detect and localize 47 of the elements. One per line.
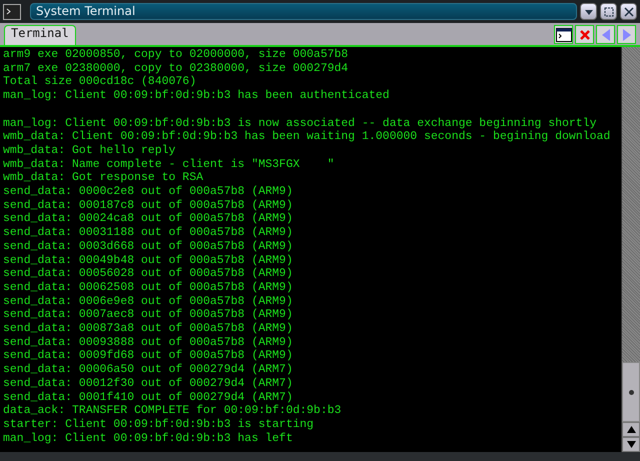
triangle-right-icon [622,28,632,42]
terminal-line: send_data: 00056028 out of 000a57b8 (ARM9) [3,267,294,281]
minimize-button[interactable] [580,3,597,20]
terminal-line: wmb_data: Got response to RSA [3,171,204,186]
terminal-line: send_data: 0001f410 out of 000279d4 (ARM7) [3,390,294,404]
terminal-line: send_data: 0000c2e8 out of 000a57b8 (ARM9) [3,185,294,199]
terminal-line: send_data: 00093888 out of 000a57b8 (ARM9) [3,336,294,350]
terminal-line: send_data: 0009fd68 out of 000a57b8 (ARM9) [3,349,294,364]
terminal-line: send_data: 00049b48 out of 000a57b8 (ARM9) [3,254,294,268]
terminal-line: send_data: 0007aec8 out of 000a57b8 (ARM9) [3,308,294,322]
terminal-line: man_log: Client 00:09:bf:0d:9b:b3 has been authenticated [3,89,390,103]
triangle-up-icon [626,426,636,433]
terminal-line: arm9 exe 02000850, copy to 02000000, size 000a57b8 [3,48,350,62]
terminal-tab[interactable]: Terminal [4,25,76,45]
scroll-down-button[interactable] [622,437,640,452]
maximize-icon [604,6,614,16]
terminal-line: man_log: Client 00:09:bf:0d:9b:b3 is now associated -- data exchange beginning shortly [3,116,598,130]
terminal-line: wmb_data: Name complete - client is "MS3FGX " [3,158,336,172]
terminal-line: send_data: 00062508 out of 000a57b8 (ARM9) [3,280,294,295]
close-button[interactable] [620,3,637,20]
terminal-line: send_data: 00006a50 out of 000279d4 (ARM7) [3,363,294,377]
terminal-line: send_data: 000187c8 out of 000a57b8 (ARM9) [3,198,294,212]
terminal-line: data_ack: TRANSFER COMPLETE for 00:09:bf:0d:9b:b3 [3,404,342,418]
terminal-line: send_data: 0006e9e8 out of 000a57b8 (ARM9) [3,294,294,308]
close-icon [624,6,634,16]
caret-down-icon [584,8,594,16]
new-terminal-button[interactable] [554,25,573,44]
terminal-line: send_data: 00012f30 out of 000279d4 (ARM7) [3,376,294,391]
scroll-up-button[interactable] [622,422,640,437]
triangle-down-icon [626,441,636,448]
terminal-line: man_log: Client 00:09:bf:0d:9b:b3 has left [3,432,294,446]
terminal-line: wmb_data: Client 00:09:bf:0d:9b:b3 has been waiting 1.000000 seconds - begining download [3,130,612,144]
terminal-line: send_data: 00031188 out of 000a57b8 (ARM9) [3,226,294,240]
terminal-line: send_data: 0003d668 out of 000a57b8 (ARM9) [3,240,294,254]
maximize-button[interactable] [600,3,617,20]
scrollbar-thumb[interactable] [622,362,640,422]
terminal-icon [3,4,21,20]
terminal-line: arm7 exe 02380000, copy to 02380000, size 000279d4 [3,62,350,76]
terminal-window-icon [556,28,572,42]
window-title: System Terminal [30,3,577,20]
close-icon [578,28,590,40]
terminal-line: wmb_data: Got hello reply [3,144,177,158]
triangle-left-icon [600,28,610,42]
terminal-line: send_data: 000873a8 out of 000a57b8 (ARM9) [3,322,294,336]
terminal-line: send_data: 00024ca8 out of 000a57b8 (ARM9) [3,212,294,226]
terminal-line: Total size 000cd18c (840076) [3,75,198,90]
terminal-line: starter: Client 00:09:bf:0d:9b:b3 is starting [3,418,315,432]
